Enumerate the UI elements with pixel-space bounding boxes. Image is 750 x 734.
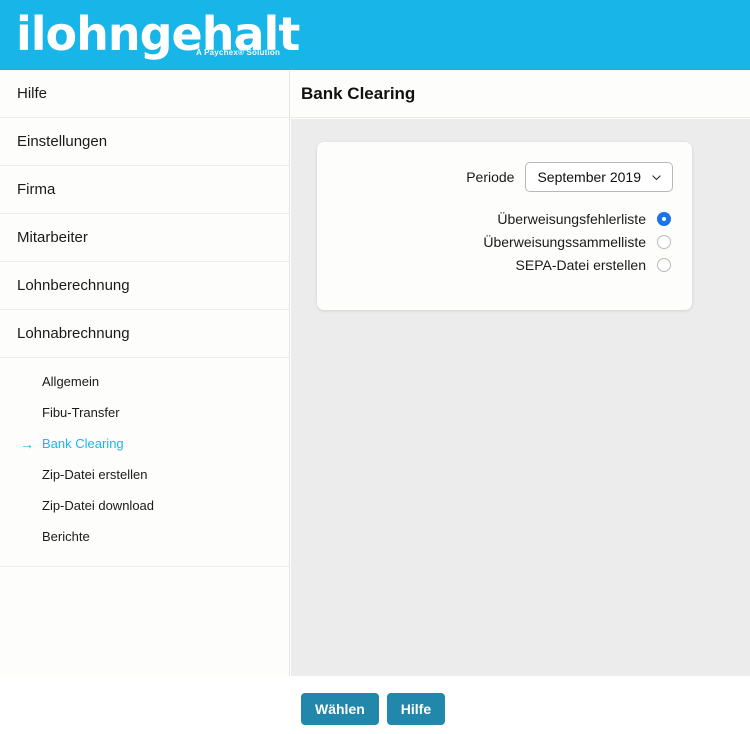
sidebar-item-mitarbeiter[interactable]: Mitarbeiter [0, 214, 289, 262]
sidebar-item-firma[interactable]: Firma [0, 166, 289, 214]
content-body: Periode September 2019 Überweisungsfehle… [291, 119, 750, 676]
submenu-item-label: Berichte [42, 529, 90, 544]
submenu-item-zip-datei-erstellen[interactable]: Zip-Datei erstellen [0, 459, 289, 490]
sidebar-item-lohnabrechnung[interactable]: Lohnabrechnung [0, 310, 289, 358]
waehlen-button[interactable]: Wählen [301, 693, 379, 725]
sidebar-item-label: Hilfe [17, 85, 48, 102]
page-title: Bank Clearing [291, 70, 750, 118]
arrow-right-icon: → [20, 435, 34, 452]
submenu-item-fibu-transfer[interactable]: Fibu-Transfer [0, 397, 289, 428]
sidebar-bottom-filler [0, 676, 291, 734]
sidebar-item-hilfe[interactable]: Hilfe [0, 70, 289, 118]
submenu-item-allgemein[interactable]: Allgemein [0, 366, 289, 397]
submenu-item-zip-datei-download[interactable]: Zip-Datei download [0, 490, 289, 521]
brand-header: ilohngehalt A Paychex® Solution [0, 0, 750, 70]
radio-option-label: Überweisungsfehlerliste [497, 211, 646, 227]
chevron-down-icon [652, 174, 661, 180]
bank-clearing-form-card: Periode September 2019 Überweisungsfehle… [317, 142, 692, 310]
period-field-row: Periode September 2019 [466, 162, 673, 192]
sidebar-item-label: Lohnberechnung [17, 277, 130, 294]
sidebar-item-label: Einstellungen [17, 133, 108, 150]
brand-tagline: A Paychex® Solution [196, 48, 281, 57]
radio-button-selected-icon[interactable] [657, 212, 671, 226]
radio-button-icon[interactable] [657, 258, 671, 272]
sidebar-item-label: Lohnabrechnung [17, 325, 130, 342]
submenu-item-label: Allgemein [42, 374, 100, 389]
radio-button-icon[interactable] [657, 235, 671, 249]
report-options-group: Überweisungsfehlerliste Überweisungssamm… [483, 211, 671, 273]
submenu-item-berichte[interactable]: Berichte [0, 521, 289, 552]
submenu-item-bank-clearing[interactable]: → Bank Clearing [0, 428, 289, 459]
content-panel: Bank Clearing Periode September 2019 Übe… [291, 70, 750, 734]
period-select[interactable]: September 2019 [525, 162, 673, 192]
action-bar: Wählen Hilfe [291, 676, 750, 734]
app-root: ilohngehalt A Paychex® Solution Hilfe Ei… [0, 0, 750, 734]
submenu-item-label: Bank Clearing [42, 436, 124, 451]
radio-option-ueberweisungssammelliste[interactable]: Überweisungssammelliste [483, 234, 671, 250]
hilfe-button[interactable]: Hilfe [386, 693, 446, 725]
sidebar-item-einstellungen[interactable]: Einstellungen [0, 118, 289, 166]
sidebar-item-label: Firma [17, 181, 56, 198]
radio-option-label: Überweisungssammelliste [483, 234, 646, 250]
period-label: Periode [466, 169, 515, 185]
sidebar: Hilfe Einstellungen Firma Mitarbeiter Lo… [0, 70, 290, 734]
radio-option-label: SEPA-Datei erstellen [515, 257, 646, 273]
submenu-item-label: Zip-Datei erstellen [42, 467, 148, 482]
radio-option-sepa-datei-erstellen[interactable]: SEPA-Datei erstellen [483, 257, 671, 273]
period-select-value: September 2019 [537, 169, 641, 185]
submenu-item-label: Zip-Datei download [42, 498, 155, 513]
radio-option-ueberweisungsfehlerliste[interactable]: Überweisungsfehlerliste [483, 211, 671, 227]
sidebar-item-label: Mitarbeiter [17, 229, 88, 246]
submenu-item-label: Fibu-Transfer [42, 405, 120, 420]
sidebar-item-lohnberechnung[interactable]: Lohnberechnung [0, 262, 289, 310]
sidebar-submenu: Allgemein Fibu-Transfer → Bank Clearing … [0, 358, 289, 567]
